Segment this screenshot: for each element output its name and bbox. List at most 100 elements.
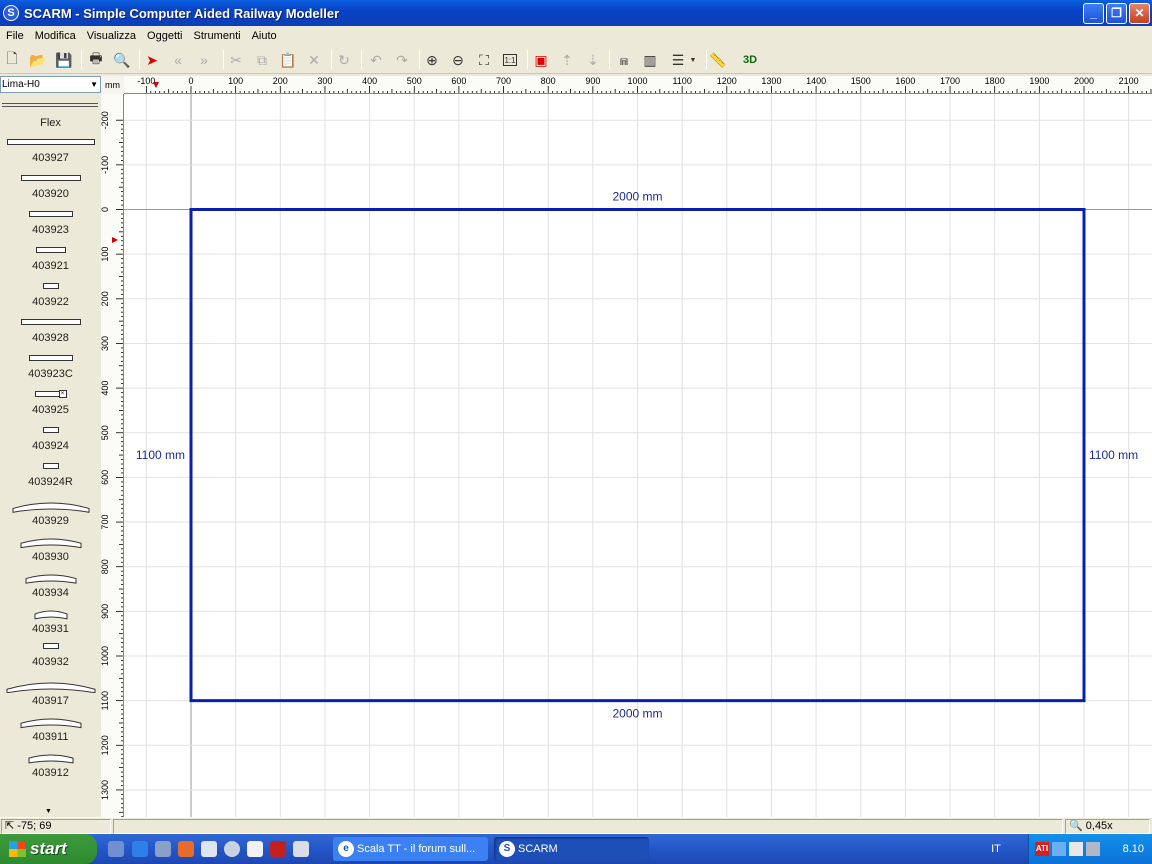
palette-item-403929[interactable]: 403929 <box>0 499 101 535</box>
delete-icon[interactable]: ✕ <box>303 49 325 71</box>
palette-item-403924r[interactable]: 403924R <box>0 463 101 499</box>
height-down-icon[interactable]: ⇣ <box>582 49 604 71</box>
layout-canvas[interactable]: 2000 mm 2000 mm 1100 mm 1100 mm <box>124 94 1152 817</box>
y-tick-label: 1200 <box>101 735 110 755</box>
toolbar-separator <box>139 50 140 69</box>
quicklaunch-desktop-icon[interactable] <box>155 841 171 857</box>
status-coords: -75; 69 <box>17 820 52 832</box>
zoom-out-icon[interactable]: ⊖ <box>447 49 469 71</box>
next-icon[interactable]: » <box>193 49 215 71</box>
internet-explorer-icon[interactable] <box>132 841 148 857</box>
library-select[interactable]: Lima-H0 ▼ <box>0 76 101 93</box>
palette-item-403921[interactable]: 403921 <box>0 247 101 283</box>
menu-oggetti[interactable]: Oggetti <box>141 30 187 42</box>
x-tick-label: 1500 <box>851 76 871 86</box>
palette-item-label: 403921 <box>32 260 69 272</box>
bridge-icon[interactable]: ⩎ <box>613 49 635 71</box>
palette-item-label: 403911 <box>32 731 69 743</box>
height-up-icon[interactable]: ⇡ <box>556 49 578 71</box>
menu-strumenti[interactable]: Strumenti <box>188 30 246 42</box>
x-tick-label: 1300 <box>761 76 781 86</box>
x-tick-label: 300 <box>317 76 332 86</box>
track-layer-icon[interactable]: ▣ <box>530 49 552 71</box>
copy-icon[interactable]: ⧉ <box>251 49 273 71</box>
redo-icon[interactable]: ↷ <box>391 49 413 71</box>
palette-item-403930[interactable]: 403930 <box>0 535 101 571</box>
menu-modifica[interactable]: Modifica <box>29 30 81 42</box>
media-player-icon[interactable] <box>224 841 240 857</box>
palette-item-403911[interactable]: 403911 <box>0 715 101 751</box>
zoom-fit-icon[interactable]: ⛶ <box>473 49 495 71</box>
notepad-icon[interactable] <box>247 841 263 857</box>
layers-icon[interactable]: ☰ <box>667 49 689 71</box>
undo-icon[interactable]: ↶ <box>365 49 387 71</box>
quicklaunch-settings-icon[interactable] <box>108 841 124 857</box>
x-tick-label: 1000 <box>627 76 647 86</box>
close-button[interactable]: ✕ <box>1129 3 1150 24</box>
cursor-icon: ⇱ <box>5 820 15 832</box>
palette-item-403928[interactable]: 403928 <box>0 319 101 355</box>
palette-item-403927[interactable]: 403927 <box>0 139 101 175</box>
palette-item-403931[interactable]: 403931 <box>0 607 101 643</box>
palette-item-403920[interactable]: 403920 <box>0 175 101 211</box>
scarm-app-icon[interactable]: S <box>3 5 19 21</box>
calculator-icon[interactable] <box>293 841 309 857</box>
open-folder-icon[interactable]: 📂 <box>27 49 49 71</box>
start-button[interactable]: start <box>0 834 97 864</box>
palette-item-403922[interactable]: 403922 <box>0 283 101 319</box>
cut-icon[interactable]: ✂ <box>225 49 247 71</box>
maximize-button[interactable]: ❐ <box>1106 3 1127 24</box>
paste-icon[interactable]: 📋 <box>277 49 299 71</box>
display-icon[interactable] <box>1086 842 1100 856</box>
print-preview-icon[interactable]: 🔍 <box>111 49 133 71</box>
quicklaunch-film-icon[interactable] <box>270 841 286 857</box>
horizontal-ruler: -100 0 100 200 300 400 500 600 700 800 900 1000 1100… <box>124 76 1152 94</box>
toolbar-separator <box>361 50 362 69</box>
task-scarm[interactable]: S SCARM <box>494 837 649 861</box>
task-forum-browser[interactable]: e Scala TT - il forum sull... <box>333 837 488 861</box>
layers-dropdown-icon[interactable]: ▼ <box>688 49 698 71</box>
rotate-icon[interactable]: ↻ <box>333 49 355 71</box>
flex-track-icon[interactable]: ▥ <box>639 49 661 71</box>
palette-item-label: 403920 <box>32 188 69 200</box>
new-file-icon[interactable]: 🗋 <box>1 49 23 71</box>
palette-item-403934[interactable]: 403934 <box>0 571 101 607</box>
menu-aiuto[interactable]: Aiuto <box>246 30 282 42</box>
palette-item-403923[interactable]: 403923 <box>0 211 101 247</box>
palette-item-403924[interactable]: 403924 <box>0 427 101 463</box>
ati-icon[interactable]: ATI <box>1035 842 1049 856</box>
minimize-button[interactable]: _ <box>1083 3 1104 24</box>
x-tick-label: 1700 <box>940 76 960 86</box>
palette-item-403917[interactable]: 403917 <box>0 679 101 715</box>
window-title: SCARM - Simple Computer Aided Railway Mo… <box>24 5 340 21</box>
quicklaunch-window-icon[interactable] <box>201 841 217 857</box>
language-indicator[interactable]: IT <box>985 834 1007 864</box>
x-tick-label: 1100 <box>672 76 691 86</box>
palette-item-403912[interactable]: 403912 <box>0 751 101 787</box>
chevron-down-icon[interactable]: ▼ <box>90 77 98 92</box>
volume-icon[interactable] <box>1069 842 1083 856</box>
view-3d-icon[interactable]: 3D <box>739 49 761 71</box>
print-icon[interactable]: 🖶 <box>85 49 107 71</box>
zoom-in-icon[interactable]: ⊕ <box>421 49 443 71</box>
menu-visualizza[interactable]: Visualizza <box>81 30 141 42</box>
toolbar-separator <box>609 50 610 69</box>
zoom-1-1-icon[interactable]: 1:1 <box>503 54 517 66</box>
palette-item-403932[interactable]: 403932 <box>0 643 101 679</box>
palette-item-403923c[interactable]: 403923C <box>0 355 101 391</box>
palette-item-label: 403928 <box>32 332 69 344</box>
straight-track-icon <box>20 175 81 181</box>
x-tick-label: 900 <box>585 76 600 86</box>
save-icon[interactable]: 💾 <box>53 49 75 71</box>
straight-track-icon <box>35 247 66 253</box>
firefox-icon[interactable] <box>178 841 194 857</box>
network-icon[interactable] <box>1052 842 1066 856</box>
palette-item-403925[interactable]: × 403925 <box>0 390 101 427</box>
measure-icon[interactable]: 📏 <box>707 49 729 71</box>
palette-scroll-down-icon[interactable]: ▼ <box>45 808 52 815</box>
previous-icon[interactable]: « <box>167 49 189 71</box>
magnifier-icon: 🔍 <box>1069 820 1083 832</box>
menu-file[interactable]: File <box>0 30 29 42</box>
title-bar[interactable]: S SCARM - Simple Computer Aided Railway … <box>0 0 1152 26</box>
select-arrow-icon[interactable]: ➤ <box>141 49 163 71</box>
